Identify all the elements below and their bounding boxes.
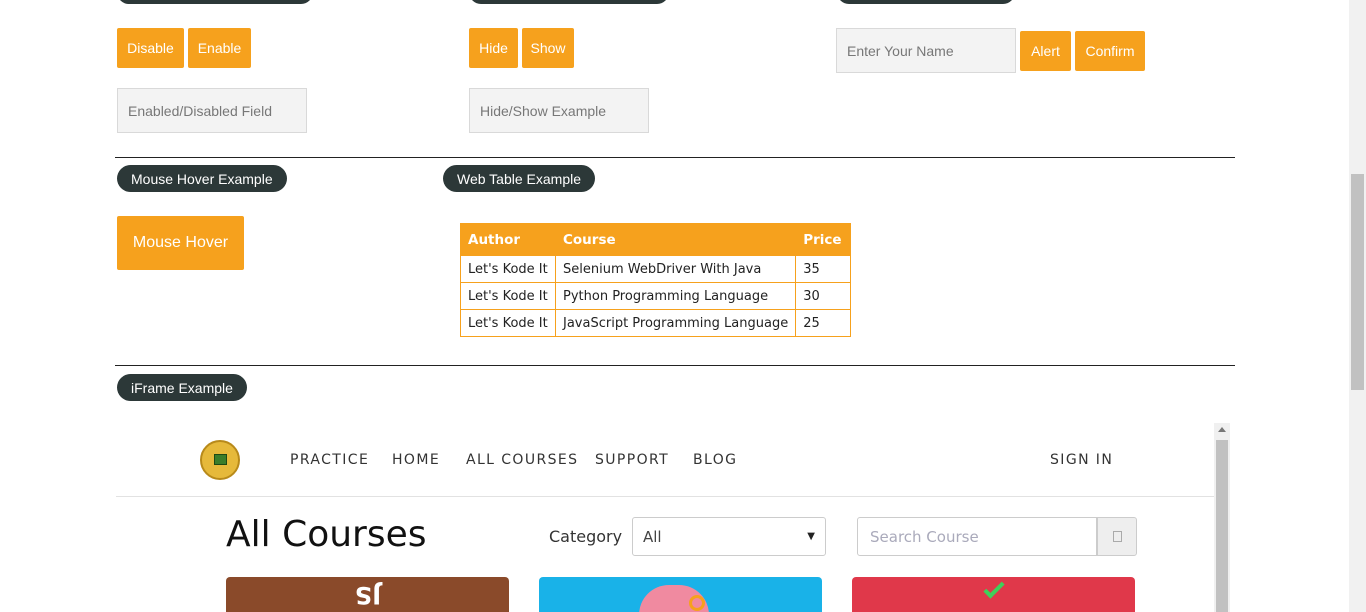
mouse-hover-title: Mouse Hover Example — [117, 165, 287, 192]
mouse-hover-button[interactable]: Mouse Hover — [117, 216, 244, 270]
section-pill-cut — [837, 0, 1015, 4]
alert-button[interactable]: Alert — [1020, 31, 1071, 71]
table-cell-price: 25 — [795, 309, 852, 337]
iframe-title: iFrame Example — [117, 374, 247, 401]
nav-all-courses[interactable]: ALL COURSES — [466, 452, 578, 468]
table-header-price: Price — [795, 223, 852, 256]
table-cell-course: Python Programming Language — [554, 282, 797, 310]
js-logo-icon: JS — [354, 581, 382, 609]
enabled-disabled-field[interactable] — [117, 88, 307, 133]
page-scrollbar-thumb[interactable] — [1351, 174, 1364, 390]
web-table-title: Web Table Example — [443, 165, 595, 192]
table-cell-course: Selenium WebDriver With Java — [554, 255, 797, 283]
table-row: Let's Kode It Python Programming Languag… — [460, 282, 852, 310]
category-select[interactable]: All ▼ — [632, 517, 826, 556]
search-button[interactable] — [1097, 517, 1137, 556]
iframe-scrollbar-thumb[interactable] — [1216, 440, 1228, 612]
nav-practice[interactable]: PRACTICE — [290, 452, 369, 468]
section-pill-cut — [117, 0, 313, 4]
nav-support[interactable]: SUPPORT — [595, 452, 669, 468]
disable-button[interactable]: Disable — [117, 28, 184, 68]
section-divider — [115, 157, 1235, 158]
page-scrollbar[interactable] — [1349, 0, 1366, 612]
table-header-course: Course — [554, 223, 797, 256]
show-button[interactable]: Show — [522, 28, 574, 68]
web-table: Author Course Price Let's Kode It Seleni… — [460, 223, 852, 337]
search-course-input[interactable] — [857, 517, 1097, 556]
name-input[interactable] — [836, 28, 1016, 73]
course-card[interactable] — [852, 577, 1135, 612]
nav-sign-in[interactable]: SIGN IN — [1050, 452, 1113, 468]
table-cell-course: JavaScript Programming Language — [554, 309, 797, 337]
hide-button[interactable]: Hide — [469, 28, 518, 68]
course-iframe[interactable]: PRACTICE HOME ALL COURSES SUPPORT BLOG S… — [116, 423, 1230, 612]
table-cell-author: Let's Kode It — [460, 282, 556, 310]
table-cell-price: 30 — [795, 282, 852, 310]
table-row: Let's Kode It Selenium WebDriver With Ja… — [460, 255, 852, 283]
nav-divider — [116, 496, 1214, 497]
table-cell-price: 35 — [795, 255, 852, 283]
category-value: All — [643, 527, 662, 546]
page-heading: All Courses — [226, 514, 427, 555]
gear-icon — [689, 595, 705, 611]
nav-blog[interactable]: BLOG — [693, 452, 737, 468]
search-icon — [1112, 531, 1122, 542]
table-cell-author: Let's Kode It — [460, 255, 556, 283]
confirm-button[interactable]: Confirm — [1075, 31, 1145, 71]
chevron-down-icon: ▼ — [807, 531, 815, 542]
nav-home[interactable]: HOME — [392, 452, 440, 468]
table-header-row: Author Course Price — [460, 223, 852, 256]
hide-show-field[interactable] — [469, 88, 649, 133]
table-row: Let's Kode It JavaScript Programming Lan… — [460, 309, 852, 337]
section-divider — [115, 365, 1235, 366]
table-header-author: Author — [460, 223, 556, 256]
category-label: Category — [549, 527, 623, 546]
section-pill-cut — [469, 0, 669, 4]
iframe-scrollbar[interactable] — [1214, 423, 1230, 612]
site-logo[interactable] — [200, 440, 240, 480]
table-cell-author: Let's Kode It — [460, 309, 556, 337]
enable-button[interactable]: Enable — [188, 28, 251, 68]
scroll-up-icon[interactable] — [1218, 427, 1226, 432]
checkmark-icon — [983, 577, 1005, 599]
course-card[interactable]: JS — [226, 577, 509, 612]
course-card[interactable] — [539, 577, 822, 612]
